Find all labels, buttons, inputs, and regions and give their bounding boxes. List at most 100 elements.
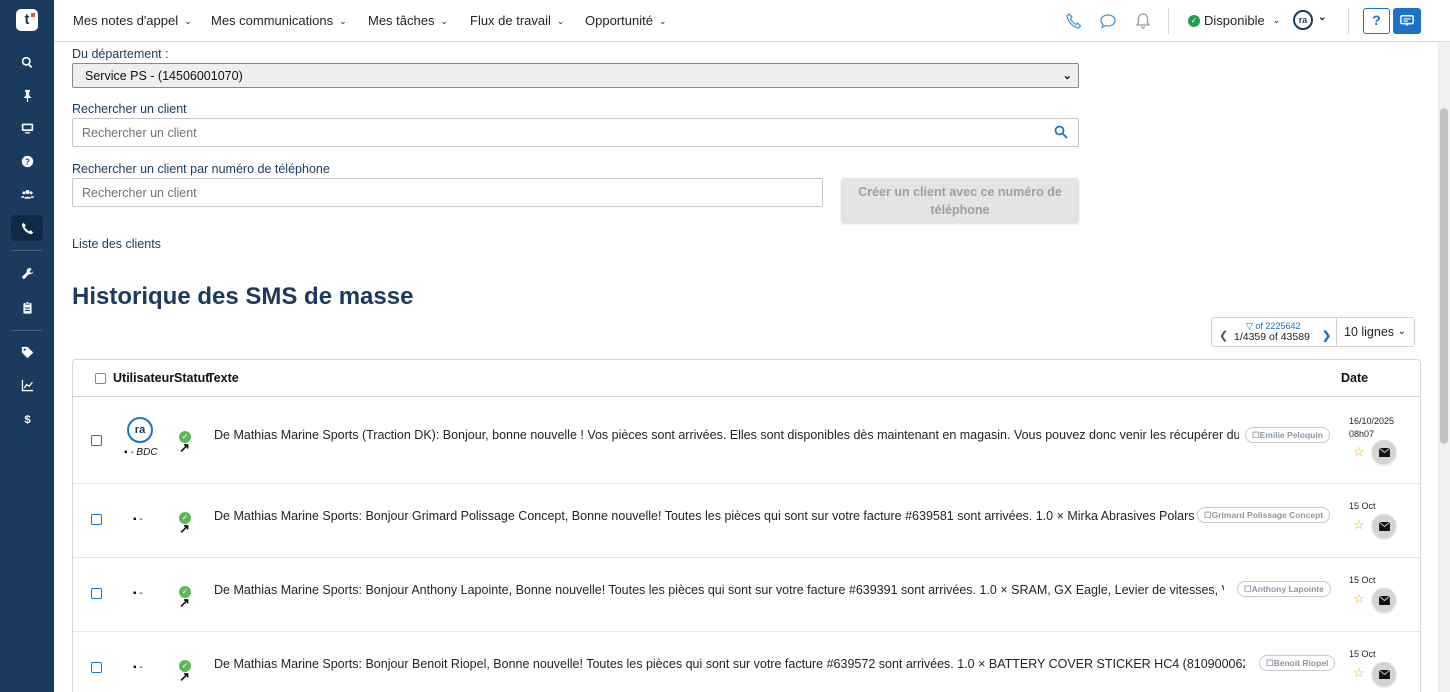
pin-icon[interactable]	[11, 82, 43, 108]
envelope-icon[interactable]	[1372, 440, 1396, 464]
link-icon: ☐	[1204, 510, 1212, 520]
page-range: 1/4359 of 43589	[1234, 331, 1310, 343]
nav-label: Mes notes d'appel	[73, 13, 179, 28]
table-row[interactable]: ▪ - ✓ ↗ De Mathias Marine Sports: Bonjou…	[73, 558, 1420, 632]
nav-tasks[interactable]: Mes tâches ⌄	[368, 13, 448, 28]
client-list-link[interactable]: Liste des clients	[72, 237, 161, 251]
users-icon[interactable]	[11, 181, 43, 207]
nav-communications[interactable]: Mes communications ⌄	[211, 13, 347, 28]
check-icon: ✓	[1188, 14, 1200, 27]
user-avatar[interactable]: ra	[1293, 10, 1313, 30]
column-date[interactable]: Date	[1341, 371, 1368, 385]
message-text[interactable]: De Mathias Marine Sports: Bonjour Benoit…	[214, 657, 1245, 671]
filter-icon: ▽	[1246, 321, 1256, 331]
table-row[interactable]: ▪ - ✓ ↗ De Mathias Marine Sports: Bonjou…	[73, 632, 1420, 692]
recipient-tag[interactable]: ☐Emilie Peloquin	[1245, 427, 1330, 443]
dollar-icon[interactable]: $	[11, 405, 43, 431]
nav-opportunity[interactable]: Opportunité ⌄	[585, 13, 666, 28]
row-checkbox[interactable]	[91, 514, 102, 525]
chevron-down-icon: ⌄	[658, 16, 667, 26]
chart-icon[interactable]	[11, 372, 43, 398]
row-checkbox[interactable]	[91, 435, 102, 446]
star-icon[interactable]: ☆	[1353, 444, 1365, 460]
client-search-input[interactable]: Rechercher un client	[72, 118, 1079, 147]
sidebar-divider	[12, 330, 42, 331]
create-client-button[interactable]: Créer un client avec ce numéro de téléph…	[841, 178, 1079, 223]
search-icon[interactable]	[11, 49, 43, 75]
support-chat-button[interactable]	[1393, 8, 1421, 34]
phone-search-input[interactable]: Rechercher un client	[72, 178, 823, 207]
wrench-icon[interactable]	[11, 260, 43, 286]
toolbar-divider	[1348, 8, 1349, 34]
monitor-icon[interactable]	[11, 115, 43, 141]
link-icon: ☐	[1252, 430, 1260, 440]
nav-label: Opportunité	[585, 13, 653, 28]
department-value: Service PS - (14506001070)	[85, 69, 243, 83]
availability-status[interactable]: ✓ Disponible ⌄	[1188, 13, 1280, 28]
recipient-tag[interactable]: ☐Grimard Polissage Concept	[1197, 507, 1331, 523]
time-text: 08h07	[1349, 429, 1375, 439]
outgoing-arrow-icon: ↗	[179, 440, 190, 455]
star-icon[interactable]: ☆	[1353, 665, 1365, 681]
pagination: ❮ ▽ of 2225642 1/4359 of 43589 ❯	[1211, 317, 1337, 347]
message-text[interactable]: De Mathias Marine Sports: Bonjour Grimar…	[214, 509, 1194, 523]
search-icon[interactable]	[1054, 125, 1068, 139]
svg-text:$: $	[24, 413, 31, 424]
recipient-tag[interactable]: ☐Anthony Lapointe	[1237, 581, 1331, 597]
envelope-icon[interactable]	[1372, 662, 1396, 686]
row-checkbox[interactable]	[91, 588, 102, 599]
app-logo[interactable]: t	[16, 9, 38, 31]
nav-label: Flux de travail	[470, 13, 551, 28]
chevron-down-icon: ⌄	[339, 16, 347, 26]
clipboard-icon[interactable]	[11, 294, 43, 320]
tag-icon[interactable]	[11, 339, 43, 365]
message-text[interactable]: De Mathias Marine Sports: Bonjour Anthon…	[214, 583, 1224, 597]
star-icon[interactable]: ☆	[1353, 517, 1365, 533]
avatar: ra	[127, 417, 153, 443]
question-icon[interactable]: ?	[11, 148, 43, 174]
star-icon[interactable]: ☆	[1353, 591, 1365, 607]
column-status[interactable]: Statut	[174, 371, 209, 385]
phone-icon[interactable]	[11, 215, 43, 241]
page-title: Historique des SMS de masse	[72, 283, 414, 310]
column-text[interactable]: Texte	[207, 371, 239, 385]
filter-count-text: of 2225642	[1255, 321, 1301, 331]
client-search-placeholder: Rechercher un client	[82, 126, 197, 140]
client-search-label: Rechercher un client	[72, 102, 187, 116]
chevron-down-icon[interactable]: ⌄	[1318, 12, 1326, 23]
chevron-down-icon: ⌄	[1272, 15, 1281, 25]
chevron-right-icon[interactable]: ❯	[1322, 329, 1331, 342]
phone-search-placeholder: Rechercher un client	[82, 186, 197, 200]
bell-icon[interactable]	[1134, 12, 1152, 30]
user-label: -	[139, 514, 143, 525]
table-row[interactable]: ra ▪ - BDC ✓ ↗ De Mathias Marine Sports …	[73, 397, 1420, 484]
nav-call-notes[interactable]: Mes notes d'appel ⌄	[73, 13, 192, 28]
help-button[interactable]: ?	[1363, 8, 1390, 34]
row-date: 15 Oct	[1349, 649, 1376, 659]
row-date: 16/10/2025 08h07	[1349, 415, 1394, 441]
recipient-tag[interactable]: ☐Benoit Riopel	[1259, 655, 1336, 671]
envelope-icon[interactable]	[1372, 588, 1396, 612]
phone-icon[interactable]	[1065, 12, 1083, 30]
department-select[interactable]: Service PS - (14506001070) ⌄	[72, 63, 1079, 88]
table-row[interactable]: ▪ - ✓ ↗ De Mathias Marine Sports: Bonjou…	[73, 484, 1420, 558]
sms-icon: ▪ - BDC	[124, 447, 158, 458]
scrollbar-thumb[interactable]	[1440, 108, 1448, 444]
nav-workflow[interactable]: Flux de travail ⌄	[470, 13, 564, 28]
message-text[interactable]: De Mathias Marine Sports (Traction DK): …	[214, 428, 1239, 442]
date-text: 16/10/2025	[1349, 416, 1395, 426]
row-checkbox[interactable]	[91, 662, 102, 673]
chevron-left-icon[interactable]: ❮	[1219, 329, 1228, 342]
select-all-checkbox[interactable]	[95, 373, 106, 384]
rows-per-page-select[interactable]: 10 lignes ⌄	[1336, 317, 1415, 347]
chat-icon[interactable]	[1099, 12, 1117, 30]
page-scrollbar[interactable]	[1438, 42, 1450, 692]
nav-label: Mes tâches	[368, 13, 435, 28]
envelope-icon[interactable]	[1372, 514, 1396, 538]
user-label: - BDC	[130, 447, 158, 458]
user-label: -	[139, 588, 143, 599]
recipient-name: Anthony Lapointe	[1251, 584, 1324, 594]
recipient-name: Emilie Peloquin	[1259, 430, 1323, 440]
chevron-down-icon: ⌄	[1397, 326, 1406, 337]
column-user[interactable]: Utilisateur	[113, 371, 174, 385]
